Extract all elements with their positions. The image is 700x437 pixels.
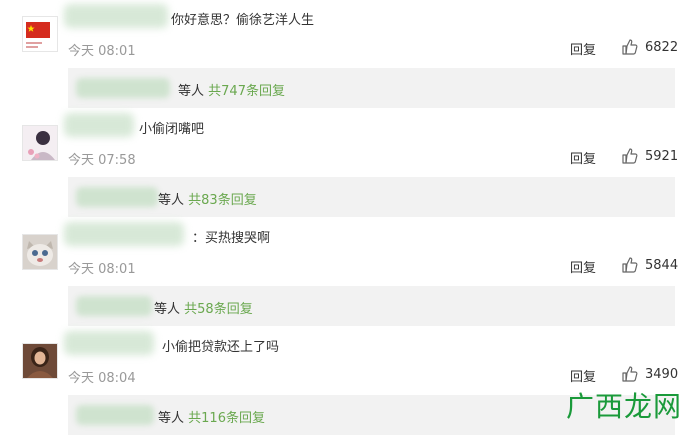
username-blurred[interactable] xyxy=(64,4,168,28)
comment-item: 你好意思？偷徐艺洋人生 今天 08:01 回复 6822 等人 共747条回复 xyxy=(0,0,700,110)
comment-text: ：买热搜哭啊 xyxy=(192,231,271,246)
comment-time: 今天 08:01 xyxy=(68,262,136,277)
repliers-suffix: 等人 xyxy=(178,84,205,99)
repliers-suffix: 等人 xyxy=(158,411,185,426)
comment-time: 今天 08:01 xyxy=(68,44,136,59)
comment-text: 小偷闭嘴吧 xyxy=(139,122,205,137)
comment-time: 今天 08:04 xyxy=(68,371,136,386)
like-button[interactable]: 3490 xyxy=(621,364,678,384)
view-replies-link[interactable]: 共83条回复 xyxy=(188,193,257,208)
like-button[interactable]: 5921 xyxy=(621,146,678,166)
comment-item: 小偷闭嘴吧 今天 07:58 回复 5921 等人 共83条回复 xyxy=(0,109,700,219)
username-blurred[interactable] xyxy=(64,222,184,246)
reply-button[interactable]: 回复 xyxy=(570,366,596,385)
like-count: 5844 xyxy=(645,257,679,273)
like-count: 5921 xyxy=(645,148,679,164)
comment-text: 小偷把贷款还上了吗 xyxy=(162,340,280,355)
comment-text: 你好意思？偷徐艺洋人生 xyxy=(171,13,315,28)
view-replies-link[interactable]: 共116条回复 xyxy=(188,411,265,426)
repliers-suffix: 等人 xyxy=(154,302,181,317)
reply-summary[interactable]: 等人 共747条回复 xyxy=(68,68,675,108)
reply-summary[interactable]: 等人 共83条回复 xyxy=(68,177,675,217)
reply-button[interactable]: 回复 xyxy=(570,148,596,167)
replier-names-blurred xyxy=(76,78,170,98)
china-flag-icon[interactable] xyxy=(22,16,58,52)
replier-names-blurred xyxy=(76,405,154,425)
like-count: 6822 xyxy=(645,39,679,55)
thumbs-up-icon xyxy=(622,257,638,273)
thumbs-up-icon xyxy=(622,39,638,55)
thumbs-up-icon xyxy=(622,366,638,382)
replier-names-blurred xyxy=(76,296,152,316)
repliers-suffix: 等人 xyxy=(158,193,185,208)
like-button[interactable]: 5844 xyxy=(621,255,678,275)
comment-time: 今天 07:58 xyxy=(68,153,136,168)
like-count: 3490 xyxy=(645,366,679,382)
reply-button[interactable]: 回复 xyxy=(570,257,596,276)
thumbs-up-icon xyxy=(622,148,638,164)
reply-button[interactable]: 回复 xyxy=(570,39,596,58)
like-button[interactable]: 6822 xyxy=(621,37,678,57)
anime-portrait-icon[interactable] xyxy=(22,125,58,161)
watermark-logo: 广西龙网 xyxy=(566,390,683,423)
view-replies-link[interactable]: 共747条回复 xyxy=(208,84,285,99)
username-blurred[interactable] xyxy=(64,113,134,137)
reply-summary[interactable]: 等人 共58条回复 xyxy=(68,286,675,326)
girl-photo-icon[interactable] xyxy=(22,343,58,379)
username-blurred[interactable] xyxy=(64,331,154,355)
comment-item: ：买热搜哭啊 今天 08:01 回复 5844 等人 共58条回复 xyxy=(0,218,700,328)
view-replies-link[interactable]: 共58条回复 xyxy=(184,302,253,317)
replier-names-blurred xyxy=(76,187,158,207)
cat-photo-icon[interactable] xyxy=(22,234,58,270)
